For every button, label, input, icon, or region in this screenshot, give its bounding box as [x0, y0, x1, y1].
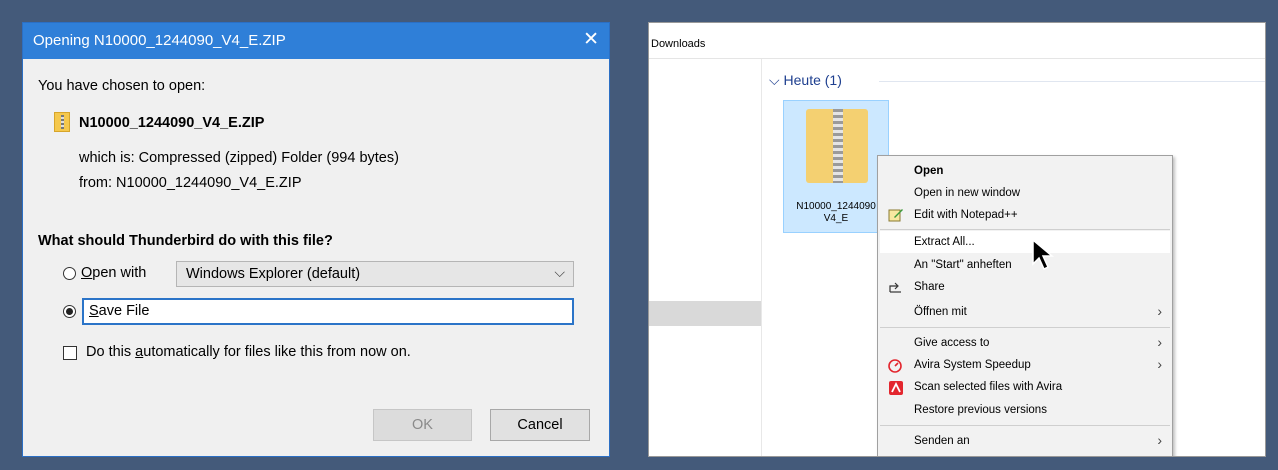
- action-question: What should Thunderbird do with this fil…: [38, 233, 333, 249]
- menu-separator: [880, 425, 1170, 426]
- menu-separator: [880, 327, 1170, 328]
- menu-edit-notepad[interactable]: Edit with Notepad++: [914, 209, 1018, 221]
- menu-open-with[interactable]: Öffnen mit: [914, 306, 967, 318]
- ok-button[interactable]: OK: [373, 409, 472, 441]
- dialog-titlebar[interactable]: Opening N10000_1244090_V4_E.ZIP ✕: [23, 23, 609, 59]
- file-name: N10000_1244090_V4_E.ZIP: [79, 115, 265, 131]
- chevron-right-icon: ›: [1157, 356, 1162, 372]
- save-rest: ave File: [98, 303, 150, 319]
- close-icon[interactable]: ✕: [583, 28, 599, 51]
- avira-speedup-icon: [888, 359, 902, 373]
- avira-scan-icon: [889, 381, 903, 395]
- share-icon: [889, 282, 901, 293]
- save-file-radio[interactable]: [63, 305, 76, 318]
- open-with-radio[interactable]: [63, 267, 76, 280]
- file-explorer: Downloads ⌵ Heute (1) N10000_1244090 V4_…: [648, 22, 1266, 457]
- chosen-label: You have chosen to open:: [38, 78, 206, 94]
- notepad-icon: [888, 209, 903, 222]
- auto-post: utomatically for files like this from no…: [143, 344, 411, 360]
- chevron-down-icon: ⌵: [554, 264, 565, 280]
- nav-selected-item[interactable]: [649, 301, 761, 326]
- auto-pre: Do this: [86, 344, 136, 360]
- mouse-cursor-icon: [1032, 238, 1055, 271]
- menu-extract-all[interactable]: Extract All...: [914, 236, 975, 248]
- chevron-down-icon: ⌵: [769, 72, 784, 88]
- open-with-label[interactable]: Open with: [81, 265, 146, 281]
- zip-file-item[interactable]: N10000_1244090 V4_E: [783, 100, 889, 233]
- cancel-button[interactable]: Cancel: [490, 409, 590, 441]
- menu-avira-speedup[interactable]: Avira System Speedup: [914, 359, 1031, 371]
- context-menu: Open Open in new window Edit with Notepa…: [877, 155, 1173, 456]
- auto-label[interactable]: Do this automatically for files like thi…: [86, 344, 411, 360]
- download-dialog: Opening N10000_1244090_V4_E.ZIP ✕ You ha…: [22, 22, 610, 457]
- file-source: from: N10000_1244090_V4_E.ZIP: [79, 175, 302, 191]
- chevron-right-icon: ›: [1157, 334, 1162, 350]
- group-header[interactable]: ⌵ Heute (1): [769, 72, 842, 89]
- file-item-label-line1: N10000_1244090: [796, 201, 876, 212]
- group-divider: [879, 81, 1265, 82]
- auto-checkbox[interactable]: [63, 346, 77, 360]
- group-label: Heute (1): [783, 72, 842, 88]
- menu-avira-scan[interactable]: Scan selected files with Avira: [914, 381, 1062, 393]
- menu-send-to[interactable]: Senden an: [914, 435, 970, 447]
- save-file-option[interactable]: Save File: [82, 298, 574, 325]
- breadcrumb[interactable]: Downloads: [651, 38, 705, 50]
- menu-open-new-window[interactable]: Open in new window: [914, 187, 1020, 199]
- menu-give-access[interactable]: Give access to: [914, 337, 989, 349]
- menu-open[interactable]: Open: [914, 165, 943, 177]
- open-with-accel: O: [81, 265, 93, 281]
- open-with-select[interactable]: Windows Explorer (default) ⌵: [176, 261, 574, 287]
- menu-separator: [880, 229, 1170, 230]
- open-with-value: Windows Explorer (default): [186, 266, 361, 282]
- chevron-right-icon: ›: [1157, 303, 1162, 319]
- chevron-right-icon: ›: [1157, 432, 1162, 448]
- zip-file-icon: [54, 112, 70, 132]
- menu-restore[interactable]: Restore previous versions: [914, 404, 1047, 416]
- file-item-label: N10000_1244090 V4_E: [784, 201, 888, 225]
- save-file-label: Save File: [89, 303, 149, 319]
- menu-share[interactable]: Share: [914, 281, 945, 293]
- dialog-title: Opening N10000_1244090_V4_E.ZIP: [33, 32, 286, 49]
- navigation-pane: [649, 59, 762, 456]
- file-item-label-line2: V4_E: [823, 213, 849, 224]
- file-type: which is: Compressed (zipped) Folder (99…: [79, 150, 399, 166]
- menu-pin-start[interactable]: An "Start" anheften: [914, 259, 1012, 271]
- save-accel: S: [89, 303, 99, 319]
- zip-folder-icon: [806, 109, 868, 183]
- open-with-rest: pen with: [92, 265, 147, 281]
